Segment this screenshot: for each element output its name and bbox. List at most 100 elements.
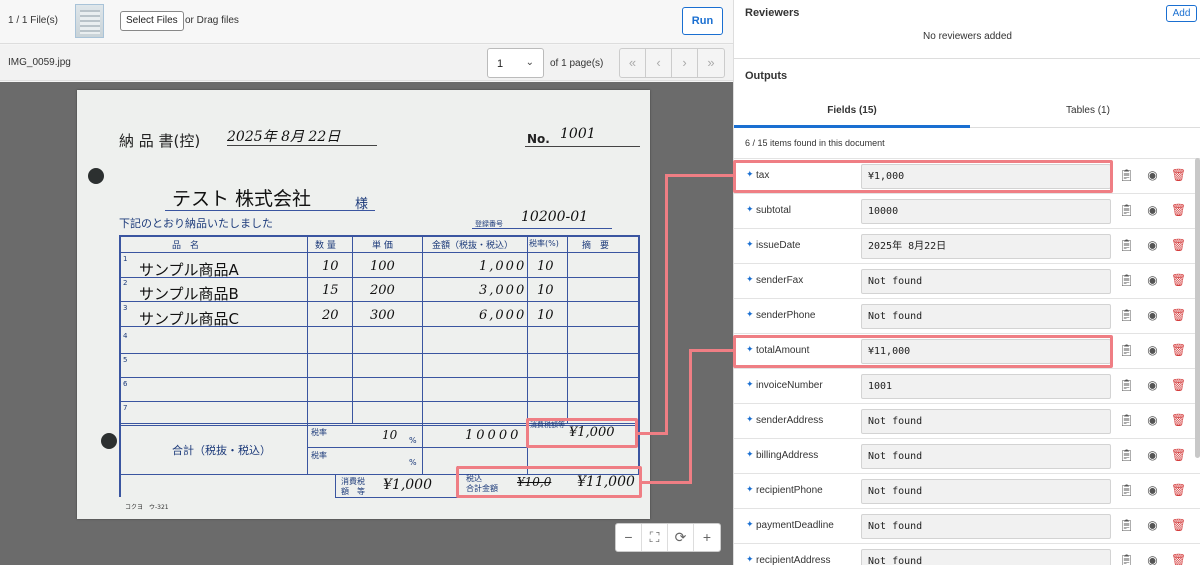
rotate-button[interactable]: ⟳ [668, 524, 694, 551]
copy-icon[interactable]: 📋︎ [1119, 238, 1134, 253]
prev-page-button[interactable]: ‹ [646, 49, 672, 77]
item-price: 300 [370, 308, 395, 323]
row-number: 2 [123, 279, 128, 287]
trash-icon[interactable]: 🗑︎ [1171, 308, 1186, 323]
copy-icon[interactable]: 📋︎ [1119, 553, 1134, 565]
eye-icon[interactable]: ◉ [1145, 518, 1160, 533]
copy-icon[interactable]: 📋︎ [1119, 483, 1134, 498]
field-value-input[interactable]: Not found [861, 409, 1111, 434]
add-reviewer-button[interactable]: Add [1166, 5, 1197, 22]
trash-icon[interactable]: 🗑︎ [1171, 448, 1186, 463]
eye-icon[interactable]: ◉ [1145, 483, 1160, 498]
trash-icon[interactable]: 🗑︎ [1171, 413, 1186, 428]
field-row-recipientPhone[interactable]: ✦ recipientPhone Not found 📋︎ ◉ 🗑︎ [734, 473, 1200, 508]
eye-icon[interactable]: ◉ [1145, 203, 1160, 218]
doc-title: 納 品 書(控) [119, 132, 201, 150]
trash-icon[interactable]: 🗑︎ [1171, 203, 1186, 218]
field-value-input[interactable]: Not found [861, 549, 1111, 565]
select-files-button[interactable]: Select Files [120, 11, 184, 31]
eye-icon[interactable]: ◉ [1145, 553, 1160, 565]
copy-icon[interactable]: 📋︎ [1119, 448, 1134, 463]
tax-highlight-box [526, 418, 638, 448]
eye-icon[interactable]: ◉ [1145, 273, 1160, 288]
field-name: invoiceNumber [756, 380, 823, 391]
field-row-paymentDeadline[interactable]: ✦ paymentDeadline Not found 📋︎ ◉ 🗑︎ [734, 508, 1200, 543]
col-header-rate: 税率(%) [529, 239, 559, 248]
trash-icon[interactable]: 🗑︎ [1171, 518, 1186, 533]
copy-icon[interactable]: 📋︎ [1119, 168, 1134, 183]
zoom-in-button[interactable]: + [694, 524, 720, 551]
eye-icon[interactable]: ◉ [1145, 308, 1160, 323]
col-header-price: 単 価 [372, 241, 393, 251]
copy-icon[interactable]: 📋︎ [1119, 413, 1134, 428]
eye-icon[interactable]: ◉ [1145, 343, 1160, 358]
field-row-billingAddress[interactable]: ✦ billingAddress Not found 📋︎ ◉ 🗑︎ [734, 438, 1200, 473]
doc-no-label: No. [527, 132, 550, 146]
star-icon: ✦ [746, 414, 754, 424]
eye-icon[interactable]: ◉ [1145, 448, 1160, 463]
copy-icon[interactable]: 📋︎ [1119, 273, 1134, 288]
tab-tables[interactable]: Tables (1) [970, 105, 1200, 116]
copy-icon[interactable]: 📋︎ [1119, 308, 1134, 323]
field-value-input[interactable]: 10000 [861, 199, 1111, 224]
trash-icon[interactable]: 🗑︎ [1171, 483, 1186, 498]
field-value-input[interactable]: Not found [861, 479, 1111, 504]
doc-rate-label: 税率 [311, 428, 327, 437]
doc-reg-value: 10200-01 [521, 209, 589, 225]
field-value-input[interactable]: 1001 [861, 374, 1111, 399]
trash-icon[interactable]: 🗑︎ [1171, 553, 1186, 565]
doc-tax-value2: ¥1,000 [383, 477, 432, 493]
field-value-input[interactable]: Not found [861, 514, 1111, 539]
doc-note: 下記のとおり納品いたしました [119, 217, 273, 230]
file-thumbnail[interactable] [75, 4, 104, 38]
eye-icon[interactable]: ◉ [1145, 168, 1160, 183]
field-row-senderAddress[interactable]: ✦ senderAddress Not found 📋︎ ◉ 🗑︎ [734, 403, 1200, 438]
field-value-input[interactable]: Not found [861, 444, 1111, 469]
copy-icon[interactable]: 📋︎ [1119, 203, 1134, 218]
field-row-totalAmount[interactable]: ✦ totalAmount ¥11,000 📋︎ ◉ 🗑︎ [733, 333, 1200, 368]
row-number: 7 [123, 404, 128, 412]
field-row-senderPhone[interactable]: ✦ senderPhone Not found 📋︎ ◉ 🗑︎ [734, 298, 1200, 333]
eye-icon[interactable]: ◉ [1145, 413, 1160, 428]
field-value-input[interactable]: 2025年 8月22日 [861, 234, 1111, 259]
total-highlight-box [456, 466, 642, 498]
item-qty: 10 [322, 259, 339, 274]
field-row-senderFax[interactable]: ✦ senderFax Not found 📋︎ ◉ 🗑︎ [734, 263, 1200, 298]
next-page-button[interactable]: › [672, 49, 698, 77]
field-name: senderPhone [756, 310, 816, 321]
eye-icon[interactable]: ◉ [1145, 238, 1160, 253]
field-name: senderAddress [756, 415, 824, 426]
field-row-issueDate[interactable]: ✦ issueDate 2025年 8月22日 📋︎ ◉ 🗑︎ [734, 228, 1200, 263]
trash-icon[interactable]: 🗑︎ [1171, 168, 1186, 183]
field-row-tax[interactable]: ✦ tax ¥1,000 📋︎ ◉ 🗑︎ [733, 158, 1200, 193]
copy-icon[interactable]: 📋︎ [1119, 518, 1134, 533]
item-qty: 20 [322, 308, 339, 323]
field-value-input[interactable]: Not found [861, 304, 1111, 329]
item-price: 200 [370, 283, 395, 298]
item-rate: 10 [537, 283, 554, 298]
field-row-subtotal[interactable]: ✦ subtotal 10000 📋︎ ◉ 🗑︎ [734, 193, 1200, 228]
tab-fields[interactable]: Fields (15) [734, 105, 970, 116]
copy-icon[interactable]: 📋︎ [1119, 343, 1134, 358]
field-highlight-box [733, 335, 1113, 368]
copy-icon[interactable]: 📋︎ [1119, 378, 1134, 393]
field-value-input[interactable]: Not found [861, 269, 1111, 294]
last-page-button[interactable]: » [698, 49, 724, 77]
run-button[interactable]: Run [682, 7, 723, 35]
trash-icon[interactable]: 🗑︎ [1171, 273, 1186, 288]
first-page-button[interactable]: « [620, 49, 646, 77]
scrollbar[interactable] [1195, 158, 1200, 458]
zoom-out-button[interactable]: − [616, 524, 642, 551]
eye-icon[interactable]: ◉ [1145, 378, 1160, 393]
star-icon: ✦ [746, 449, 754, 459]
field-row-recipientAddress[interactable]: ✦ recipientAddress Not found 📋︎ ◉ 🗑︎ [734, 543, 1200, 565]
trash-icon[interactable]: 🗑︎ [1171, 378, 1186, 393]
trash-icon[interactable]: 🗑︎ [1171, 343, 1186, 358]
col-header-amount: 金額（税抜・税込） [432, 241, 514, 251]
fit-screen-button[interactable]: ⛶ [642, 524, 668, 551]
page-select[interactable]: 1 ⌄ [487, 48, 544, 78]
row-number: 4 [123, 332, 128, 340]
upload-toolbar: 1 / 1 File(s) Select Files or Drag files… [0, 0, 733, 44]
field-row-invoiceNumber[interactable]: ✦ invoiceNumber 1001 📋︎ ◉ 🗑︎ [734, 368, 1200, 403]
trash-icon[interactable]: 🗑︎ [1171, 238, 1186, 253]
